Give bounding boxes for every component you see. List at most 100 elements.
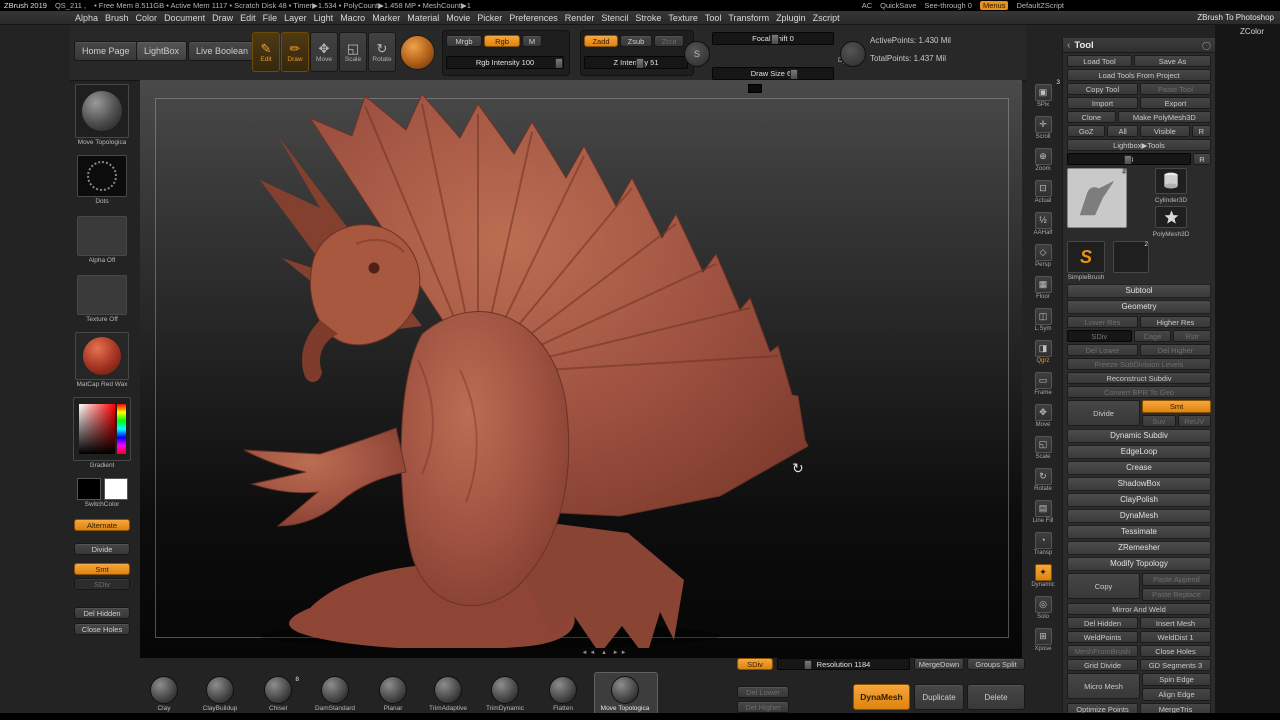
gyro-dial-icon[interactable]	[840, 41, 866, 67]
draw-toggle[interactable]: ✏ Draw	[281, 32, 309, 72]
lsym-button[interactable]: ◫ L.Sym	[1026, 304, 1060, 336]
meshfrombrush-button[interactable]: MeshFromBrush	[1067, 645, 1138, 657]
alpha-thumbnail[interactable]	[77, 216, 127, 256]
zcut-toggle[interactable]: Zcut	[654, 35, 684, 47]
link-zbrush-to-photoshop[interactable]: ZBrush To Photoshop	[1197, 13, 1274, 22]
menu-item-macro[interactable]: Macro	[340, 13, 365, 23]
cage-button[interactable]: Cage	[1133, 330, 1172, 342]
dynamesh-button[interactable]: DynaMesh	[853, 684, 910, 710]
insert-mesh-button[interactable]: Insert Mesh	[1140, 617, 1211, 629]
mrgb-toggle[interactable]: Mrgb	[446, 35, 482, 47]
section-claypolish[interactable]: ClayPolish	[1067, 493, 1211, 507]
export-button[interactable]: Export	[1140, 97, 1211, 109]
rotate-nav-button[interactable]: ↻ Rotate	[1026, 464, 1060, 496]
bottom-del-higher-button[interactable]: Del Higher	[737, 701, 789, 713]
rstr-button[interactable]: Rstr	[1173, 330, 1211, 342]
brush-flatten[interactable]: Flatten	[535, 676, 591, 712]
menu-item-zscript[interactable]: Zscript	[813, 13, 840, 23]
lightbox-button[interactable]: LightBox	[136, 41, 188, 61]
close-holes-button[interactable]: Close Holes	[74, 623, 130, 635]
draw-size-knob[interactable]	[789, 69, 798, 79]
menu-item-zplugin[interactable]: Zplugin	[776, 13, 806, 23]
align-edge-button[interactable]: Align Edge	[1142, 688, 1211, 701]
smt-toggle-panel[interactable]: Smt	[1142, 400, 1211, 413]
close-holes-button-panel[interactable]: Close Holes	[1140, 645, 1211, 657]
menus-button[interactable]: Menus	[979, 1, 1009, 10]
texture-thumbnail[interactable]	[77, 275, 127, 315]
frame-button[interactable]: ▭ Frame	[1026, 368, 1060, 400]
divide-button[interactable]: Divide	[74, 543, 130, 555]
material-thumbnail[interactable]	[75, 332, 129, 380]
focal-shift-slider[interactable]: Focal Shift 0	[712, 32, 834, 45]
edit-toggle[interactable]: ✎ Edit	[252, 32, 280, 72]
canvas-viewport[interactable]: ↻	[140, 80, 1022, 658]
divide-button-panel[interactable]: Divide	[1067, 400, 1140, 426]
actual-button[interactable]: ⊡ Actual	[1026, 176, 1060, 208]
make-polymesh3d-button[interactable]: Make PolyMesh3D	[1117, 111, 1211, 123]
smt-toggle[interactable]: Smt	[74, 563, 130, 575]
hue-strip[interactable]	[116, 404, 126, 454]
rgb-toggle[interactable]: Rgb	[484, 35, 520, 47]
del-lower-button[interactable]: Del Lower	[1067, 344, 1138, 356]
z-intensity-knob[interactable]	[636, 58, 644, 68]
tool-r-button[interactable]: R	[1193, 153, 1211, 165]
goz-button[interactable]: GoZ	[1067, 125, 1106, 137]
sculptris-pro-button[interactable]	[400, 35, 435, 70]
menu-item-light[interactable]: Light	[314, 13, 334, 23]
paste-replace-button[interactable]: Paste Replace	[1142, 588, 1211, 601]
main-color-swatch[interactable]	[76, 478, 101, 500]
menu-item-edit[interactable]: Edit	[240, 13, 256, 23]
menu-item-document[interactable]: Document	[164, 13, 205, 23]
link-zcolor[interactable]: ZColor	[1240, 27, 1264, 36]
menu-item-picker[interactable]: Picker	[477, 13, 502, 23]
palette-dial-icon[interactable]: ◯	[1202, 41, 1211, 50]
grid-divide-button[interactable]: Grid Divide	[1067, 659, 1138, 671]
lightbox-tools-button[interactable]: Lightbox▶Tools	[1067, 139, 1211, 151]
scroll-button[interactable]: ✛ Scroll	[1026, 112, 1060, 144]
menu-item-draw[interactable]: Draw	[212, 13, 233, 23]
delete-button[interactable]: Delete	[967, 684, 1025, 710]
section-subtool[interactable]: Subtool	[1067, 284, 1211, 298]
sdiv-slider[interactable]: SDiv	[74, 578, 130, 590]
solo-button[interactable]: ◎ Solo	[1026, 592, 1060, 624]
paste-append-button[interactable]: Paste Append	[1142, 573, 1211, 586]
persp-button[interactable]: ◇ Persp	[1026, 240, 1060, 272]
brush-chisel[interactable]: 8 Chisel	[250, 676, 306, 712]
alternate-button[interactable]: Alternate	[74, 519, 130, 531]
sdiv-slider[interactable]: SDiv	[1067, 330, 1132, 342]
groups-split-button[interactable]: Groups Split	[967, 658, 1025, 670]
menu-item-marker[interactable]: Marker	[372, 13, 400, 23]
gd-segments-slider[interactable]: GD Segments 3	[1140, 659, 1211, 671]
menu-item-stroke[interactable]: Stroke	[635, 13, 661, 23]
convert-bpr-button[interactable]: Convert BPR To Geo	[1067, 386, 1211, 398]
menu-item-alpha[interactable]: Alpha	[75, 13, 98, 23]
collapse-icon[interactable]: ‹	[1067, 40, 1070, 51]
section-shadowbox[interactable]: ShadowBox	[1067, 477, 1211, 491]
duplicate-button[interactable]: Duplicate	[914, 684, 964, 710]
menu-item-brush[interactable]: Brush	[105, 13, 129, 23]
paste-tool-button[interactable]: Paste Tool	[1140, 83, 1211, 95]
zoom-button[interactable]: ⊕ Zoom	[1026, 144, 1060, 176]
current-stroke-thumbnail[interactable]	[77, 155, 127, 197]
mergedown-button[interactable]: MergeDown	[914, 658, 964, 670]
lower-res-button[interactable]: Lower Res	[1067, 316, 1138, 328]
menu-item-color[interactable]: Color	[136, 13, 158, 23]
section-modify-topology[interactable]: Modify Topology	[1067, 557, 1211, 571]
focal-shift-knob[interactable]	[770, 34, 779, 44]
default-zscript-label[interactable]: DefaultZScript	[1016, 1, 1064, 10]
del-hidden-button[interactable]: Del Hidden	[74, 607, 130, 619]
qgrz-button[interactable]: ◨ Qgrz	[1026, 336, 1060, 368]
tool-thumbnail-cylinder3d[interactable]	[1155, 168, 1187, 194]
spix-button[interactable]: ▣ SPix 3	[1026, 79, 1060, 112]
welddist-slider[interactable]: WeldDist 1	[1140, 631, 1211, 643]
rotate-toggle[interactable]: ↻ Rotate	[368, 32, 396, 72]
brush-damstandard[interactable]: DamStandard	[307, 676, 363, 712]
home-page-button[interactable]: Home Page	[74, 41, 138, 61]
menu-item-preferences[interactable]: Preferences	[509, 13, 558, 23]
brush-trimadaptive[interactable]: TrimAdaptive	[420, 676, 476, 712]
brush-trimdynamic[interactable]: TrimDynamic	[477, 676, 533, 712]
copy-tool-button[interactable]: Copy Tool	[1067, 83, 1138, 95]
brush-clay[interactable]: Clay	[136, 676, 192, 712]
timeline-scrubber[interactable]: ◄◄ ▲ ►►	[540, 650, 670, 656]
freeze-subdivision-button[interactable]: Freeze SubDivision Levels	[1067, 358, 1211, 370]
